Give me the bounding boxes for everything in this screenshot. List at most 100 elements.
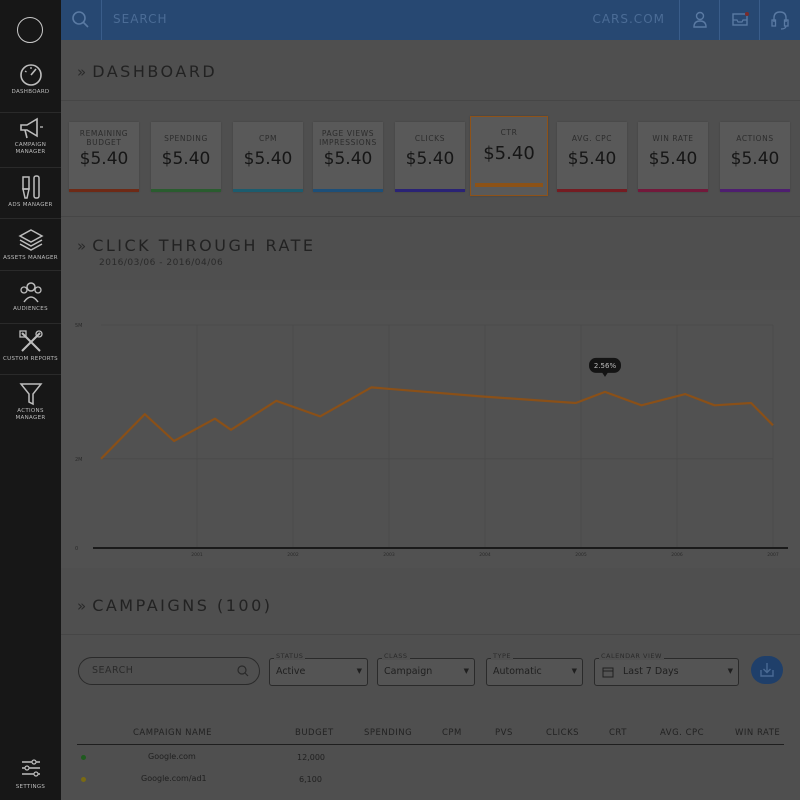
kpi-card-clicks[interactable]: CLICKS $5.40 xyxy=(395,122,465,192)
people-icon xyxy=(19,282,42,303)
logo[interactable] xyxy=(17,17,43,43)
messages-button[interactable] xyxy=(719,0,760,40)
double-chevron-icon: » xyxy=(77,63,86,81)
kpi-card-cpm[interactable]: CPM $5.40 xyxy=(233,122,303,192)
column-header[interactable]: PVS xyxy=(495,728,513,738)
kpi-card-page-views[interactable]: PAGE VIEWS IMPRESSIONS $5.40 xyxy=(313,122,383,192)
campaign-budget: 12,000 xyxy=(297,753,325,762)
profile-button[interactable] xyxy=(679,0,720,40)
funnel-icon xyxy=(18,383,43,406)
column-header[interactable]: CRT xyxy=(609,728,627,738)
kpi-card-remaining-budget[interactable]: REMAINING BUDGET $5.40 xyxy=(69,122,139,192)
kpi-bar xyxy=(313,189,383,192)
search-button[interactable] xyxy=(61,0,102,40)
support-button[interactable] xyxy=(759,0,800,40)
sidebar-item-label: ACTIONS MANAGER xyxy=(15,408,46,421)
campaign-budget: 6,100 xyxy=(299,775,322,784)
ctr-series-line xyxy=(100,386,774,460)
kpi-bar xyxy=(395,189,465,192)
kpi-bar xyxy=(638,189,708,192)
kpi-card-ctr[interactable]: CTR $5.40 xyxy=(470,116,548,196)
kpi-value: $5.40 xyxy=(79,149,129,169)
calendar-icon xyxy=(602,667,614,678)
layers-icon xyxy=(17,229,44,251)
kpi-bar xyxy=(557,189,627,192)
y-tick-label: 5M xyxy=(75,323,83,329)
search-icon xyxy=(237,665,249,677)
sidebar-item-ads-manager[interactable]: ADS MANAGER xyxy=(0,168,61,219)
caret-down-icon: ▼ xyxy=(727,667,733,675)
sidebar-item-custom-reports[interactable]: CUSTOM REPORTS xyxy=(0,324,61,375)
kpi-card-spending[interactable]: SPENDING $5.40 xyxy=(151,122,221,192)
campaigns-title: » CAMPAIGNS (100) xyxy=(77,596,273,615)
kpi-bar xyxy=(475,183,543,187)
column-header[interactable]: CLICKS xyxy=(546,728,579,738)
caret-down-icon: ▼ xyxy=(571,667,577,675)
kpi-value: $5.40 xyxy=(483,143,535,164)
divider xyxy=(61,100,800,101)
sidebar-item-dashboard[interactable]: DASHBOARD xyxy=(0,62,61,113)
tools-icon xyxy=(18,330,43,352)
status-select[interactable]: STATUS Active ▼ xyxy=(269,652,368,686)
campaign-search-input[interactable]: SEARCH xyxy=(78,657,260,685)
x-tick-label: 2001 xyxy=(191,552,203,558)
column-header[interactable]: CAMPAIGN NAME xyxy=(133,728,212,738)
sidebar-item-actions-manager[interactable]: ACTIONS MANAGER xyxy=(0,375,61,430)
type-select[interactable]: TYPE Automatic ▼ xyxy=(486,652,583,686)
y-tick-label: 0 xyxy=(75,546,78,552)
megaphone-icon xyxy=(19,117,43,139)
sidebar: DASHBOARD CAMPAIGN MANAGER ADS MANAGER AS… xyxy=(0,0,61,800)
kpi-card-avg-cpc[interactable]: AVG. CPC $5.40 xyxy=(557,122,627,192)
kpi-label: AVG. CPC xyxy=(571,133,613,143)
kpi-value: $5.40 xyxy=(648,149,698,169)
double-chevron-icon: » xyxy=(77,597,86,615)
main-content: » DASHBOARD REMAINING BUDGET $5.40 SPENDIN… xyxy=(61,40,800,800)
kpi-label: CPM xyxy=(258,133,278,143)
download-button[interactable] xyxy=(751,656,783,684)
sidebar-item-assets-manager[interactable]: ASSETS MANAGER xyxy=(0,219,61,271)
kpi-label: REMAINING BUDGET xyxy=(79,129,129,147)
x-tick-label: 2002 xyxy=(287,552,299,558)
x-tick-label: 2005 xyxy=(575,552,587,558)
kpi-label: ACTIONS xyxy=(736,133,774,143)
search-icon xyxy=(72,11,89,28)
sidebar-item-label: ADS MANAGER xyxy=(8,202,53,208)
brush-icon xyxy=(21,175,40,199)
inbox-icon xyxy=(732,12,749,26)
global-search-input[interactable]: SEARCH xyxy=(113,12,168,26)
kpi-card-win-rate[interactable]: WIN RATE $5.40 xyxy=(638,122,708,192)
tooltip-text: 2.56% xyxy=(594,362,617,370)
caret-down-icon: ▼ xyxy=(356,667,362,675)
column-header[interactable]: SPENDING xyxy=(364,728,412,738)
table-header-divider xyxy=(77,744,784,745)
kpi-label: CTR xyxy=(500,127,518,137)
kpi-value: $5.40 xyxy=(243,149,293,169)
speedometer-icon xyxy=(19,64,42,86)
kpi-card-actions[interactable]: ACTIONS $5.40 xyxy=(720,122,790,192)
kpi-label: PAGE VIEWS IMPRESSIONS xyxy=(319,129,377,147)
calendar-view-select[interactable]: CALENDAR VIEW Last 7 Days ▼ xyxy=(594,652,739,686)
campaign-name[interactable]: Google.com xyxy=(148,752,196,761)
kpi-bar xyxy=(151,189,221,192)
x-tick-label: 2007 xyxy=(767,552,779,558)
sidebar-item-campaign-manager[interactable]: CAMPAIGN MANAGER xyxy=(0,113,61,168)
column-header[interactable]: CPM xyxy=(442,728,462,738)
divider xyxy=(61,634,800,635)
sidebar-item-audiences[interactable]: AUDIENCES xyxy=(0,271,61,324)
x-tick-label: 2006 xyxy=(671,552,683,558)
kpi-label: CLICKS xyxy=(414,133,446,143)
sidebar-item-label: ASSETS MANAGER xyxy=(3,255,58,261)
column-header[interactable]: WIN RATE xyxy=(735,728,780,738)
top-bar: SEARCH CARS.COM xyxy=(61,0,800,40)
sidebar-item-settings[interactable]: SETTINGS xyxy=(0,758,61,791)
kpi-value: $5.40 xyxy=(161,149,211,169)
class-select[interactable]: CLASS Campaign ▼ xyxy=(377,652,475,686)
kpi-value: $5.40 xyxy=(730,149,780,169)
kpi-bar xyxy=(69,189,139,192)
column-header[interactable]: BUDGET xyxy=(295,728,334,738)
download-icon xyxy=(760,663,774,677)
campaign-name[interactable]: Google.com/ad1 xyxy=(141,774,207,783)
kpi-bar xyxy=(233,189,303,192)
column-header[interactable]: AVG. CPC xyxy=(660,728,704,738)
kpi-bar xyxy=(720,189,790,192)
